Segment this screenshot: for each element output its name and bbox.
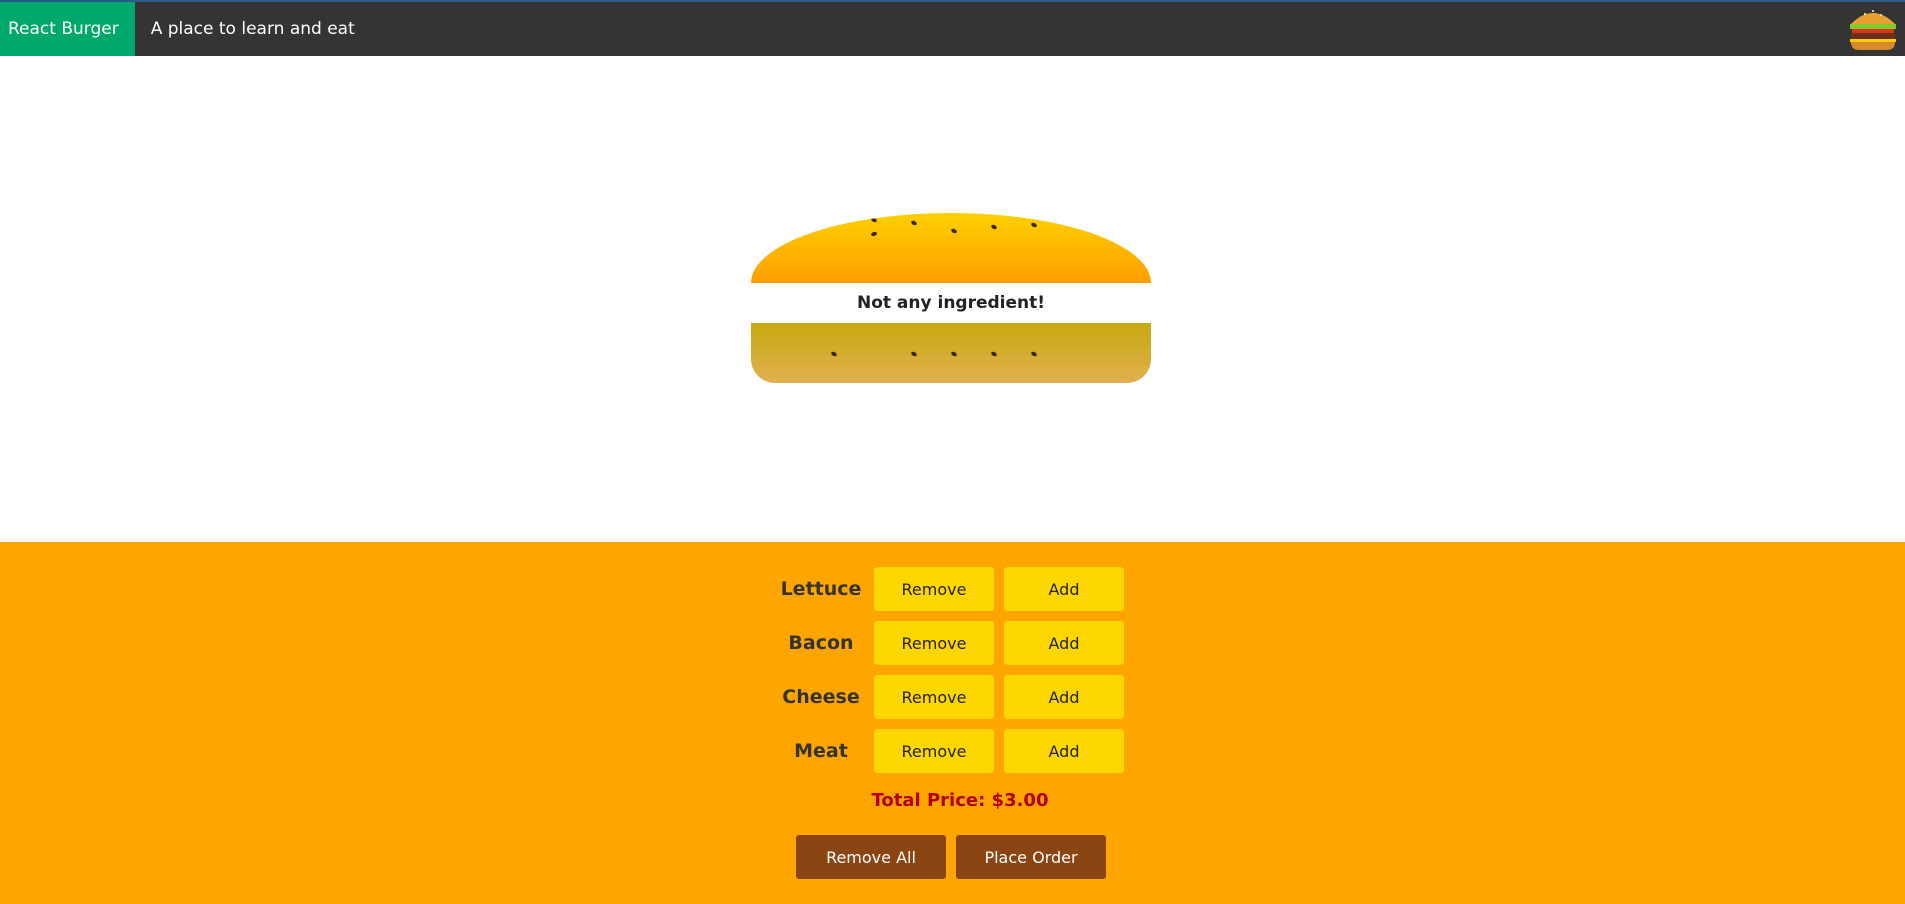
add-lettuce-button[interactable]: Add (1004, 567, 1124, 611)
burger-icon (1850, 10, 1896, 50)
burger-preview: Not any ingredient! (0, 56, 1905, 542)
bread-top (751, 213, 1151, 283)
seed (830, 350, 838, 358)
remove-cheese-button[interactable]: Remove (874, 675, 994, 719)
seed (950, 350, 958, 358)
seed (950, 227, 958, 235)
ingredient-label: Cheese (782, 686, 860, 708)
control-row-meat: Meat Remove Add (776, 728, 1134, 774)
place-order-button[interactable]: Place Order (956, 835, 1106, 879)
ingredient-label: Meat (794, 740, 848, 762)
seed (1030, 221, 1038, 229)
no-ingredient-message: Not any ingredient! (856, 293, 1046, 313)
add-bacon-button[interactable]: Add (1004, 621, 1124, 665)
control-row-lettuce: Lettuce Remove Add (776, 566, 1134, 612)
seed (870, 231, 878, 237)
seed (910, 219, 918, 227)
control-row-bacon: Bacon Remove Add (776, 620, 1134, 666)
remove-bacon-button[interactable]: Remove (874, 621, 994, 665)
seed (870, 216, 878, 224)
seed (910, 350, 918, 358)
seed (990, 223, 998, 231)
bread-bottom (751, 323, 1151, 383)
remove-meat-button[interactable]: Remove (874, 729, 994, 773)
ingredient-label: Lettuce (780, 578, 862, 600)
navbar: React Burger A place to learn and eat (0, 0, 1905, 56)
remove-all-button[interactable]: Remove All (796, 835, 946, 879)
remove-lettuce-button[interactable]: Remove (874, 567, 994, 611)
brand-link[interactable]: React Burger (0, 2, 135, 56)
add-cheese-button[interactable]: Add (1004, 675, 1124, 719)
ingredient-label: Bacon (788, 632, 854, 654)
seed (1030, 350, 1038, 358)
add-meat-button[interactable]: Add (1004, 729, 1124, 773)
build-controls: Lettuce Remove Add Bacon Remove Add Chee… (0, 542, 1905, 904)
control-row-cheese: Cheese Remove Add (776, 674, 1134, 720)
total-price: Total Price: $3.00 (871, 790, 1049, 811)
seed (990, 350, 998, 358)
tagline: A place to learn and eat (150, 19, 355, 39)
